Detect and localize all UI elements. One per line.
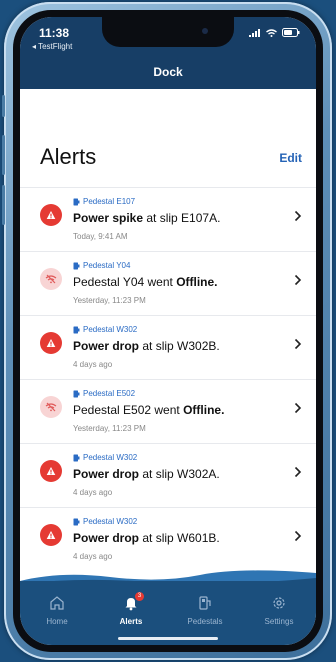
pedestal-tag: Pedestal E502 [73,389,135,398]
tab-label: Pedestals [187,617,223,626]
alert-message-rest: at slip W302B. [139,339,220,353]
notch [102,17,234,47]
status-icons [249,28,300,37]
alert-message: Power drop at slip W302B. [73,339,220,353]
pedestal-tag: Pedestal W302 [73,517,137,526]
pedestal-small-icon [73,454,80,461]
pedestal-tag: Pedestal E107 [73,197,135,206]
phone-side-button [2,185,5,225]
chevron-right-icon [294,466,302,478]
alert-time: 4 days ago [73,488,113,497]
pedestal-name: Pedestal W302 [83,325,138,334]
alert-row[interactable]: Pedestal W302 Power drop at slip W302A. 4 … [20,443,316,507]
alert-message-rest: Pedestal Y04 went [73,275,177,289]
alert-message: Power drop at slip W601B. [73,531,220,545]
pedestal-name: Pedestal Y04 [83,261,131,270]
chevron-right-icon [294,210,302,222]
pedestal-icon [199,596,211,610]
page-title: Alerts [40,144,97,169]
alert-message-strong: Power drop [73,467,140,481]
wifi-off-icon [40,268,62,290]
alert-triangle-icon [40,524,62,546]
alert-message-rest: Pedestal E502 went [73,403,184,417]
alert-triangle-icon [40,332,62,354]
alert-list: Pedestal E107 Power spike at slip E107A. T… [20,187,316,571]
alerts-count-badge: 3 [135,592,144,601]
alert-message-strong: Offline. [176,275,218,289]
chevron-right-icon [294,274,302,286]
alert-row[interactable]: Pedestal Y04 Pedestal Y04 went Offline. Ye… [20,251,316,315]
alert-time: 4 days ago [73,360,113,369]
wifi-off-icon [40,396,62,418]
chevron-right-icon [294,530,302,542]
home-indicator [118,637,218,640]
tab-label: Home [46,617,68,626]
alert-triangle-icon [40,204,62,226]
alert-row[interactable]: Pedestal W302 Power drop at slip W302B. 4 … [20,315,316,379]
alert-message-rest: at slip W601B. [139,531,220,545]
pedestal-name: Pedestal E502 [83,389,136,398]
alert-message: Power spike at slip E107A. [73,211,220,225]
alert-message-strong: Offline. [183,403,225,417]
navigation-bar: 11:38 ◂ TestFlight Dock [20,17,316,89]
tab-pedestals[interactable]: Pedestals [168,581,242,645]
signal-icon [249,28,260,37]
tab-label: Alerts [119,617,143,626]
battery-icon [282,28,300,37]
alert-time: 4 days ago [73,552,113,561]
edit-button[interactable]: Edit [279,151,302,165]
wifi-icon [266,28,277,37]
pedestal-small-icon [73,262,80,269]
alert-message: Pedestal E502 went Offline. [73,403,224,417]
alert-time: Today, 9:41 AM [73,232,128,241]
screen: 11:38 ◂ TestFlight Dock Alerts Edit Pede… [20,17,316,645]
back-to-app-link[interactable]: ◂ TestFlight [32,42,72,51]
tab-alerts[interactable]: 3 Alerts [94,581,168,645]
pedestal-tag: Pedestal Y04 [73,261,130,270]
status-time: 11:38 [39,26,70,40]
pedestal-name: Pedestal E107 [83,197,136,206]
gear-icon [273,597,285,609]
tab-label: Settings [264,617,294,626]
pedestal-tag: Pedestal W302 [73,325,137,334]
alert-triangle-icon [40,460,62,482]
alert-message-strong: Power spike [73,211,144,225]
home-icon [50,596,64,610]
pedestal-small-icon [73,390,80,397]
nav-title: Dock [153,65,183,79]
alert-message-strong: Power drop [73,531,140,545]
alerts-header: Alerts Edit [20,89,316,187]
alert-row[interactable]: Pedestal W302 Power drop at slip W601B. 4 … [20,507,316,571]
phone-side-button [2,95,5,117]
tab-settings[interactable]: Settings [242,581,316,645]
camera [202,28,208,34]
pedestal-small-icon [73,518,80,525]
alert-message-strong: Power drop [73,339,140,353]
alert-message-rest: at slip W302A. [139,467,220,481]
alert-time: Yesterday, 11:23 PM [73,424,146,433]
chevron-right-icon [294,402,302,414]
pedestal-name: Pedestal W302 [83,453,138,462]
alert-row[interactable]: Pedestal E107 Power spike at slip E107A. T… [20,187,316,251]
alert-message-rest: at slip E107A. [143,211,221,225]
alert-message: Pedestal Y04 went Offline. [73,275,218,289]
pedestal-small-icon [73,198,80,205]
pedestal-tag: Pedestal W302 [73,453,137,462]
pedestal-small-icon [73,326,80,333]
alert-message: Power drop at slip W302A. [73,467,220,481]
tab-home[interactable]: Home [20,581,94,645]
alert-time: Yesterday, 11:23 PM [73,296,146,305]
chevron-right-icon [294,338,302,350]
tab-bar: Home 3 Alerts Pedestals Settings [20,581,316,645]
alert-row[interactable]: Pedestal E502 Pedestal E502 went Offline.… [20,379,316,443]
phone-side-button [2,135,5,175]
pedestal-name: Pedestal W302 [83,517,138,526]
